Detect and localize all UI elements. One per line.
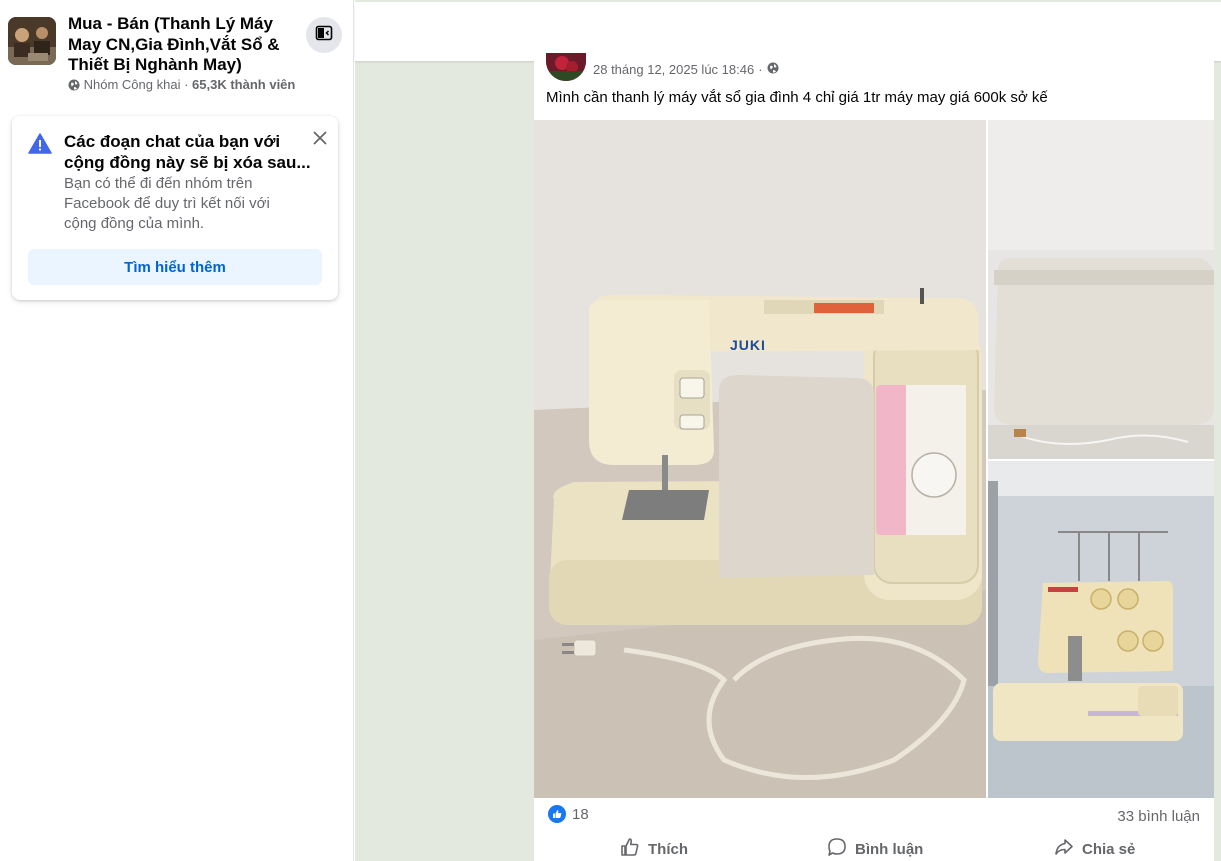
group-meta: Nhóm Công khai · 65,3K thành viên bbox=[68, 77, 295, 94]
feed-post: 28 tháng 12, 2025 lúc 18:46 · Mình cần t… bbox=[534, 53, 1214, 861]
top-bar bbox=[355, 2, 1221, 61]
thumbs-up-icon bbox=[620, 837, 640, 861]
post-photo-sewing-machine[interactable]: JUKI bbox=[534, 120, 986, 798]
author-avatar[interactable] bbox=[546, 53, 586, 81]
chat-deletion-notice: Các đoạn chat của bạn với cộng đồng này … bbox=[12, 116, 338, 300]
group-member-count[interactable]: 65,3K thành viên bbox=[192, 77, 295, 92]
sidebar-collapse-icon bbox=[315, 24, 333, 47]
comment-count[interactable]: 33 bình luận bbox=[1117, 808, 1200, 825]
like-button-label: Thích bbox=[648, 840, 688, 858]
post-timestamp-row: 28 tháng 12, 2025 lúc 18:46 · bbox=[593, 62, 779, 77]
meta-separator: · bbox=[184, 77, 189, 92]
close-icon[interactable] bbox=[308, 126, 332, 150]
post-photo-machine-cover[interactable] bbox=[988, 120, 1214, 459]
post-timestamp[interactable]: 28 tháng 12, 2025 lúc 18:46 bbox=[593, 62, 754, 77]
share-button-label: Chia sẻ bbox=[1082, 840, 1136, 858]
notice-body: Bạn có thể đi đến nhóm trên Facebook để … bbox=[64, 175, 270, 232]
post-actions: Thích Bình luận Chia sẻ bbox=[534, 833, 1214, 861]
comment-icon bbox=[827, 837, 847, 861]
group-name[interactable]: Mua - Bán (Thanh Lý Máy May CN,Gia Đình,… bbox=[68, 14, 288, 76]
share-button[interactable]: Chia sẻ bbox=[1054, 837, 1135, 861]
globe-icon bbox=[767, 62, 779, 77]
like-button[interactable]: Thích bbox=[620, 837, 688, 861]
timestamp-separator: · bbox=[758, 62, 763, 77]
warning-icon bbox=[28, 132, 52, 156]
juki-logo-text: JUKI bbox=[730, 337, 766, 353]
post-photo-overlock-machine[interactable] bbox=[988, 461, 1214, 798]
post-text: Mình cần thanh lý máy vắt sổ gia đình 4 … bbox=[546, 89, 1048, 106]
learn-more-button[interactable]: Tìm hiểu thêm bbox=[28, 249, 322, 285]
group-privacy: Nhóm Công khai bbox=[83, 77, 181, 92]
sidebar-collapse-button[interactable] bbox=[306, 17, 342, 53]
main-feed: 28 tháng 12, 2025 lúc 18:46 · Mình cần t… bbox=[355, 0, 1221, 861]
group-sidebar: Mua - Bán (Thanh Lý Máy May CN,Gia Đình,… bbox=[0, 0, 354, 861]
reaction-count: 18 bbox=[572, 805, 589, 823]
share-icon bbox=[1054, 837, 1074, 861]
reaction-summary[interactable]: 18 bbox=[548, 805, 589, 823]
comment-button-label: Bình luận bbox=[855, 840, 924, 858]
notice-title: Các đoạn chat của bạn với cộng đồng này … bbox=[64, 132, 311, 172]
group-cover-thumbnail[interactable] bbox=[8, 17, 56, 65]
thumbs-up-icon bbox=[548, 805, 566, 823]
comment-button[interactable]: Bình luận bbox=[827, 837, 923, 861]
globe-icon bbox=[68, 79, 80, 94]
